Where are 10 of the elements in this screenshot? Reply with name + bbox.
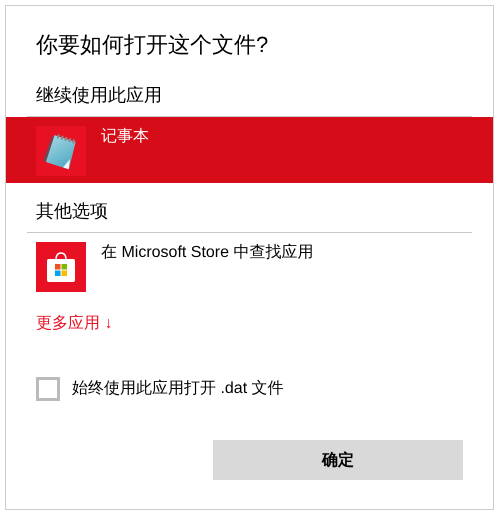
more-apps-link[interactable]: 更多应用 ↓: [36, 313, 112, 335]
app-name: 记事本: [101, 126, 149, 147]
notepad-icon: [36, 126, 86, 176]
checkbox[interactable]: [36, 377, 60, 401]
ok-button[interactable]: 确定: [213, 440, 463, 480]
app-list-item[interactable]: 记事本: [6, 117, 493, 183]
dialog-title: 你要如何打开这个文件?: [36, 31, 270, 59]
checkbox-label: 始终使用此应用打开 .dat 文件: [72, 378, 284, 399]
store-bag-icon: [36, 242, 86, 292]
app-name: 在 Microsoft Store 中查找应用: [101, 242, 314, 263]
